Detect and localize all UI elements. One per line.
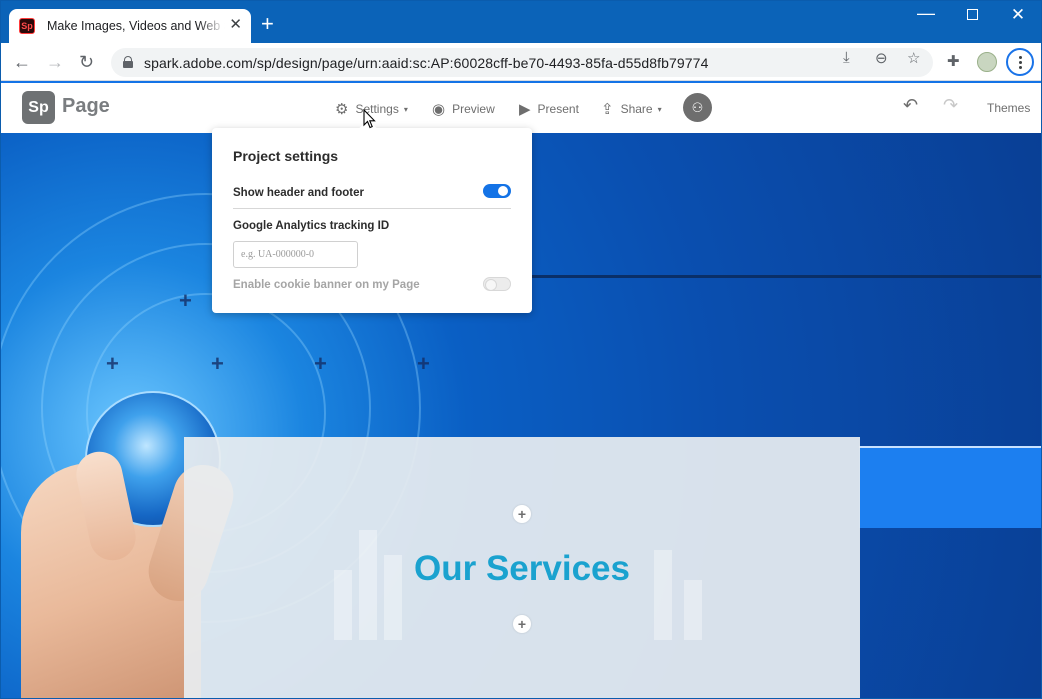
install-icon[interactable]: ⤓ <box>843 49 850 66</box>
cookie-banner-label: Enable cookie banner on my Page <box>233 279 420 291</box>
browser-toolbar: ← → ↻ spark.adobe.com/sp/design/page/urn… <box>1 43 1041 81</box>
decor-plus: + <box>314 351 327 376</box>
decor-plus: + <box>106 351 119 376</box>
eye-icon: ◉ <box>432 101 446 118</box>
tab-title: Make Images, Videos and Web Stories <box>47 19 225 33</box>
lock-icon <box>123 56 133 69</box>
ga-tracking-label: Google Analytics tracking ID <box>233 220 390 232</box>
browser-window: Sp Make Images, Videos and Web Stories ✕… <box>0 0 1042 699</box>
present-label: Present <box>537 102 579 116</box>
decor-stripe <box>501 275 1041 278</box>
favicon-sp-icon: Sp <box>19 18 35 34</box>
title-bar: Sp Make Images, Videos and Web Stories ✕… <box>1 1 1041 43</box>
decor-plus: + <box>179 288 192 313</box>
decor-plus: + <box>211 351 224 376</box>
maximize-icon[interactable] <box>957 7 987 23</box>
redo-icon[interactable]: ↷ <box>943 95 958 116</box>
window-close-icon[interactable]: ✕ <box>1003 5 1033 25</box>
spark-logo[interactable]: Sp <box>22 91 55 124</box>
new-tab-plus-icon[interactable]: + <box>261 13 274 35</box>
settings-label: Settings <box>355 102 399 116</box>
caret-down-icon: ▾ <box>657 104 662 114</box>
decor-plus: + <box>417 351 430 376</box>
add-block-plus-icon[interactable]: + <box>513 505 531 523</box>
decor-band <box>859 448 1041 528</box>
show-header-footer-toggle[interactable] <box>483 184 511 198</box>
popover-divider <box>233 208 511 209</box>
add-collaborator-icon[interactable]: ⚇ <box>683 93 712 122</box>
reload-icon[interactable]: ↻ <box>79 52 94 72</box>
share-label: Share <box>620 102 653 116</box>
undo-icon[interactable]: ↶ <box>903 95 918 116</box>
caret-down-icon: ▾ <box>403 104 408 114</box>
popover-title: Project settings <box>233 148 339 164</box>
share-icon: ⇪ <box>601 101 614 118</box>
present-button[interactable]: ▶ Present <box>519 100 579 118</box>
show-header-footer-label: Show header and footer <box>233 187 364 199</box>
back-icon[interactable]: ← <box>13 52 31 72</box>
share-button[interactable]: ⇪ Share ▾ <box>601 100 662 118</box>
skyline-decor <box>684 580 702 640</box>
play-icon: ▶ <box>519 101 531 118</box>
gear-icon: ⚙ <box>335 101 349 118</box>
app-name: Page <box>62 95 110 117</box>
preview-button[interactable]: ◉ Preview <box>432 100 495 118</box>
profile-avatar[interactable] <box>977 52 997 72</box>
forward-icon[interactable]: → <box>46 52 64 72</box>
themes-button[interactable]: Themes <box>987 101 1030 115</box>
minimize-icon[interactable]: — <box>911 3 941 24</box>
zoom-out-icon[interactable]: ⊖ <box>875 49 888 67</box>
browser-tab[interactable]: Sp Make Images, Videos and Web Stories ✕ <box>9 9 251 43</box>
preview-label: Preview <box>452 102 495 116</box>
ga-tracking-input[interactable] <box>233 241 358 268</box>
url-text: spark.adobe.com/sp/design/page/urn:aaid:… <box>144 54 709 71</box>
spark-header: Sp Page ⚙ Settings ▾ ◉ Preview ▶ Present… <box>1 81 1041 133</box>
tab-close-icon[interactable]: ✕ <box>229 17 242 33</box>
star-icon[interactable]: ☆ <box>907 49 920 67</box>
browser-menu-icon[interactable] <box>1006 48 1034 76</box>
address-bar[interactable]: spark.adobe.com/sp/design/page/urn:aaid:… <box>111 48 933 77</box>
cookie-banner-toggle[interactable] <box>483 277 511 291</box>
page-heading[interactable]: Our Services <box>184 549 860 589</box>
add-block-plus-icon[interactable]: + <box>513 615 531 633</box>
content-card[interactable]: + Our Services + <box>184 437 860 698</box>
project-settings-popover: Project settings Show header and footer … <box>212 119 532 313</box>
extensions-icon[interactable]: ✚ <box>947 52 960 70</box>
